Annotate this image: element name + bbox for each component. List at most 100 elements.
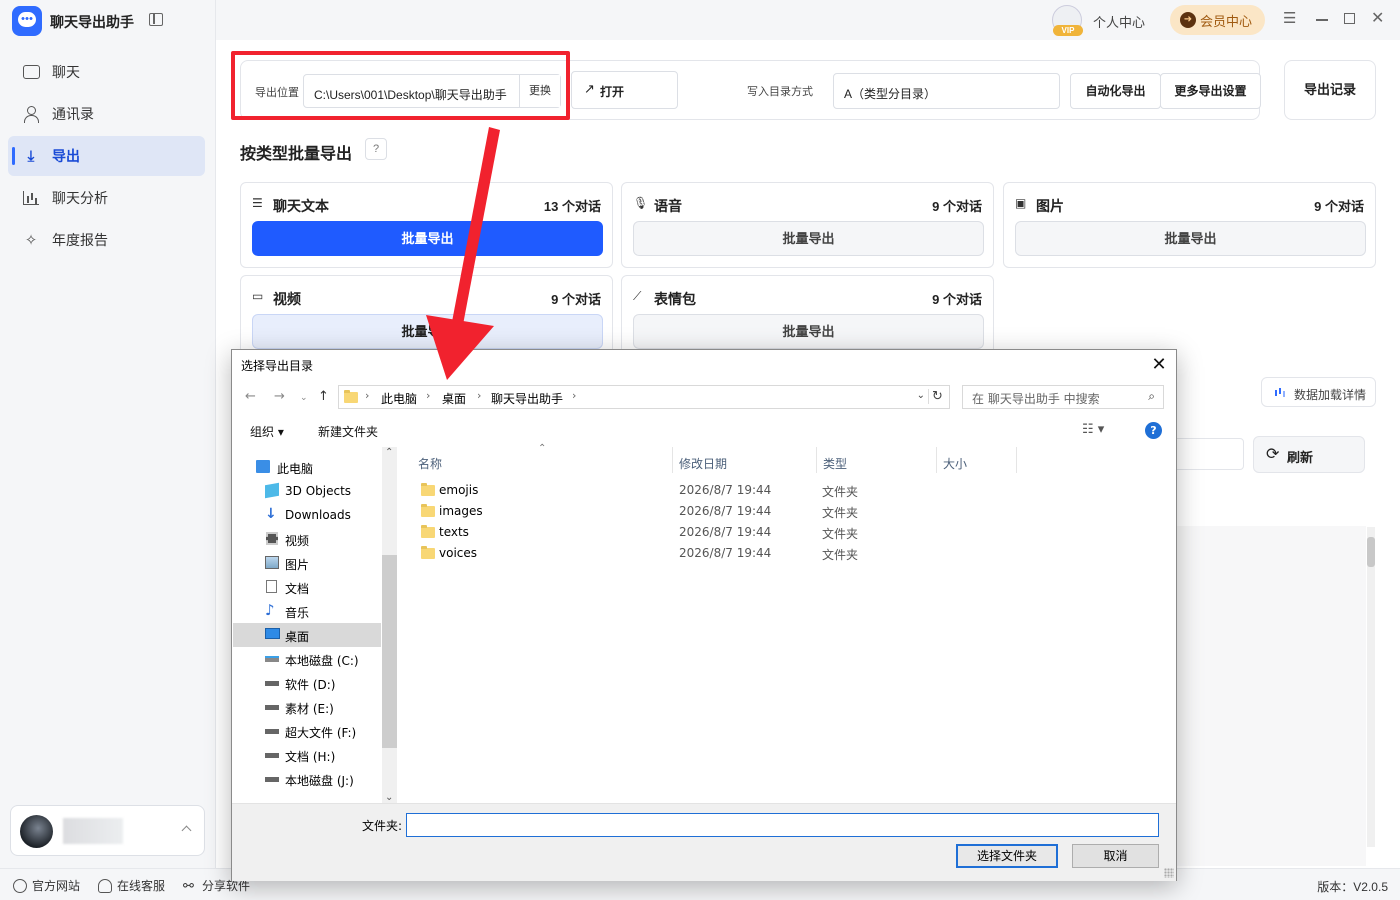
sidebar-item-analysis[interactable]: 聊天分析	[8, 178, 205, 218]
chevron-right-icon: ›	[426, 389, 431, 402]
tree-item[interactable]: 文档 (H:)	[233, 743, 381, 767]
batch-export-button[interactable]: 批量导出	[633, 221, 984, 256]
tree-item[interactable]: 3D Objects	[233, 479, 381, 503]
data-load-detail-button[interactable]: 数据加载详情	[1261, 377, 1376, 407]
bar-chart-icon	[22, 189, 40, 207]
cancel-button[interactable]: 取消	[1072, 844, 1159, 868]
export-card-voice: 🎙︎ 语音 9 个对话 批量导出	[621, 182, 994, 268]
tree-item[interactable]: ↓ Downloads	[233, 503, 381, 527]
column-header-name[interactable]: 名称	[418, 455, 442, 472]
list-scrollbar-thumb[interactable]	[1367, 537, 1375, 567]
section-title: 按类型批量导出	[240, 146, 353, 163]
app-window: 聊天导出助手 聊天 通讯录 ⤓ 导出 聊天分析 ✧ 年度报告 VIP 个人中心 …	[0, 0, 1400, 900]
tree-item[interactable]: 图片	[233, 551, 381, 575]
export-history-button[interactable]: 导出记录	[1284, 60, 1376, 120]
close-icon[interactable]: ✕	[1371, 11, 1385, 27]
batch-export-button[interactable]: 批量导出	[633, 314, 984, 349]
tree-item[interactable]: 文档	[233, 575, 381, 599]
sidebar-item-export[interactable]: ⤓ 导出	[8, 136, 205, 176]
file-row[interactable]: images 2026/8/7 19:44 文件夹	[416, 501, 986, 522]
sidebar-item-contacts[interactable]: 通讯录	[8, 94, 205, 134]
organize-menu[interactable]: 组织 ▾	[250, 423, 284, 440]
auto-export-button[interactable]: 自动化导出	[1070, 73, 1161, 109]
back-arrow-icon[interactable]: ←	[245, 389, 256, 404]
write-mode-select[interactable]: A（类型分目录）	[833, 73, 1060, 109]
column-header-modified[interactable]: 修改日期	[679, 455, 727, 472]
column-divider	[1016, 447, 1017, 473]
dialog-close-icon[interactable]: ✕	[1142, 350, 1176, 380]
dialog-help-icon[interactable]: ?	[1145, 422, 1162, 439]
user-card[interactable]	[10, 805, 205, 856]
download-arrow-icon: ↓	[265, 506, 277, 522]
sidebar-item-annual-report[interactable]: ✧ 年度报告	[8, 220, 205, 260]
chevron-down-icon[interactable]: ⌄	[917, 390, 925, 401]
column-header-type[interactable]: 类型	[823, 455, 847, 472]
sidebar-collapse-icon[interactable]	[149, 13, 163, 26]
tree-item[interactable]: 本地磁盘 (C:)	[233, 647, 381, 671]
batch-export-button[interactable]: 批量导出	[1015, 221, 1366, 256]
column-header-size[interactable]: 大小	[943, 455, 967, 472]
address-bar[interactable]: › 此电脑 › 桌面 › 聊天导出助手 › ⌄ ↻	[338, 385, 950, 409]
view-options-icon[interactable]: ☷ ▾	[1082, 422, 1104, 437]
list-scrollbar[interactable]	[1367, 527, 1375, 847]
select-folder-button[interactable]: 选择文件夹	[956, 844, 1058, 868]
tree-item[interactable]: 软件 (D:)	[233, 671, 381, 695]
folder-icon	[344, 390, 358, 403]
breadcrumb-item[interactable]: 桌面	[442, 390, 466, 407]
scroll-down-icon[interactable]: ⌄	[385, 792, 393, 803]
new-folder-button[interactable]: 新建文件夹	[318, 423, 378, 440]
tree-item[interactable]: ♪ 音乐	[233, 599, 381, 623]
breadcrumb-item[interactable]: 此电脑	[381, 390, 417, 407]
up-arrow-icon[interactable]: ↑	[318, 389, 329, 404]
conversation-search-input[interactable]	[1176, 438, 1244, 470]
card-title: 图片	[1036, 198, 1064, 214]
tree-item[interactable]: 本地磁盘 (J:)	[233, 767, 381, 791]
personal-center-link[interactable]: 个人中心	[1093, 12, 1145, 31]
video-icon: ▭	[252, 289, 264, 303]
recent-dropdown-icon[interactable]: ⌄	[300, 393, 308, 403]
tree-item[interactable]: 视频	[233, 527, 381, 551]
folder-search-input[interactable]: 在 聊天导出助手 中搜索 ⌕	[962, 385, 1164, 409]
tree-item[interactable]: 超大文件 (F:)	[233, 719, 381, 743]
card-count: 9 个对话	[932, 199, 982, 214]
tree-item[interactable]: 桌面	[233, 623, 381, 647]
sidebar-item-chat[interactable]: 聊天	[8, 52, 205, 92]
sort-up-icon: ⌃	[538, 443, 547, 454]
batch-export-button[interactable]: 批量导出	[252, 221, 603, 256]
folder-icon	[421, 525, 435, 538]
export-card-image: ▣ 图片 9 个对话 批量导出	[1003, 182, 1376, 268]
file-row[interactable]: emojis 2026/8/7 19:44 文件夹	[416, 480, 986, 501]
refresh-icon[interactable]: ↻	[928, 389, 946, 404]
tree-item[interactable]: 素材 (E:)	[233, 695, 381, 719]
menu-icon[interactable]: ☰	[1283, 11, 1297, 26]
microphone-icon: 🎙︎	[633, 196, 649, 210]
refresh-button[interactable]: 刷新	[1253, 436, 1365, 473]
document-icon	[266, 580, 277, 593]
support-link[interactable]: 在线客服	[98, 877, 165, 894]
file-row[interactable]: voices 2026/8/7 19:44 文件夹	[416, 543, 986, 564]
scroll-up-icon[interactable]: ⌃	[385, 447, 393, 458]
folder-input[interactable]	[406, 813, 1159, 837]
tree-item[interactable]: 此电脑	[233, 455, 381, 479]
website-link[interactable]: 官方网站	[13, 877, 80, 894]
maximize-icon[interactable]	[1343, 12, 1357, 26]
breadcrumb-item[interactable]: 聊天导出助手	[491, 390, 563, 407]
card-count: 13 个对话	[543, 199, 601, 214]
open-folder-button[interactable]: 打开	[571, 71, 678, 109]
card-count: 9 个对话	[1314, 199, 1364, 214]
card-title: 视频	[273, 291, 301, 307]
blurred-username	[63, 818, 123, 844]
sidebar: 聊天导出助手 聊天 通讯录 ⤓ 导出 聊天分析 ✧ 年度报告	[0, 0, 216, 868]
minimize-icon[interactable]	[1315, 12, 1329, 26]
more-export-settings-button[interactable]: 更多导出设置	[1160, 73, 1261, 109]
help-icon[interactable]: ?	[365, 138, 387, 160]
tree-scrollbar-thumb[interactable]	[382, 555, 397, 748]
file-row[interactable]: texts 2026/8/7 19:44 文件夹	[416, 522, 986, 543]
forward-arrow-icon[interactable]: →	[274, 389, 285, 404]
vip-badge: VIP	[1053, 25, 1083, 36]
batch-export-button[interactable]: 批量导出	[252, 314, 603, 349]
member-center-button[interactable]: ➜ 会员中心	[1170, 5, 1265, 35]
navigation-tree: 此电脑 3D Objects ↓ Downloads 视频 图片 文档 ♪ 音乐…	[233, 447, 383, 803]
folder-icon	[421, 546, 435, 559]
resize-grip[interactable]	[1164, 868, 1174, 878]
